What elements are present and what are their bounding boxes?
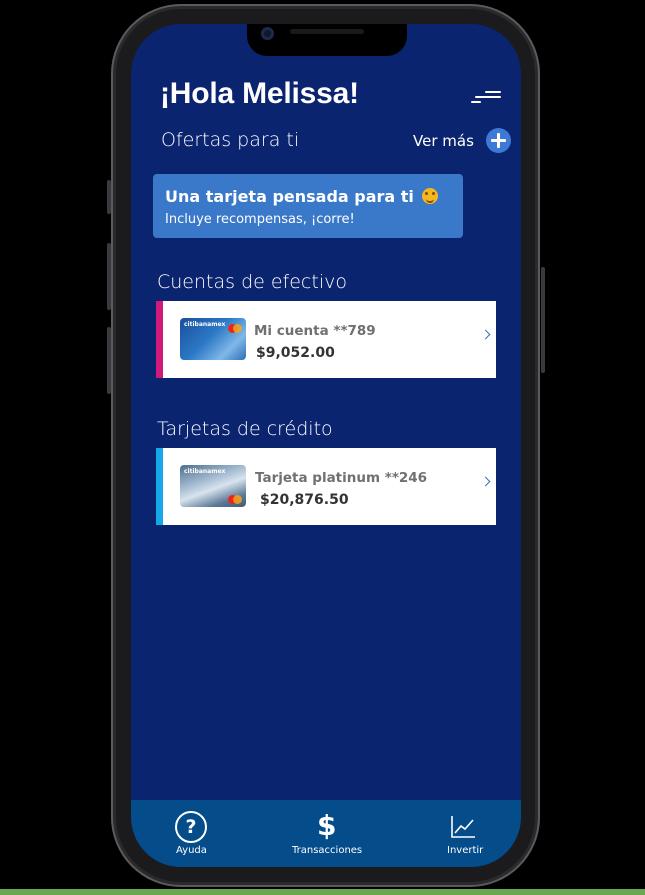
mastercard-logo-icon (228, 324, 242, 333)
offer-banner-subtitle: Incluye recompensas, ¡corre! (165, 212, 355, 227)
star-struck-emoji-icon (421, 188, 438, 204)
cash-account-card[interactable]: citibanamex Mi cuenta **789 $9,052.00 (156, 301, 496, 378)
offer-banner[interactable]: Una tarjeta pensada para ti Incluye reco… (153, 174, 463, 238)
offer-banner-title-row: Una tarjeta pensada para ti (165, 187, 438, 206)
volume-down-button (107, 327, 111, 394)
greeting-title: ¡Hola Melissa! (160, 77, 359, 110)
dollar-icon: $ (317, 809, 337, 842)
bottom-navigation: ? Ayuda $ Transacciones Invertir (131, 800, 521, 867)
card-balance: $20,876.50 (260, 492, 349, 508)
see-more-button[interactable]: Ver más (413, 128, 511, 153)
account-balance: $9,052.00 (256, 345, 335, 361)
earpiece-speaker (290, 29, 364, 34)
credit-accent-bar (156, 448, 163, 525)
chevron-right-icon (480, 476, 491, 487)
help-icon: ? (175, 811, 207, 843)
offer-banner-title: Una tarjeta pensada para ti (165, 187, 414, 206)
nav-label-transactions: Transacciones (292, 845, 363, 856)
card-name: Tarjeta platinum **246 (255, 470, 428, 486)
account-name: Mi cuenta **789 (254, 323, 376, 339)
phone-notch (247, 24, 407, 56)
app-screen: ¡Hola Melissa! Ofertas para ti Ver más U… (131, 24, 521, 867)
nav-item-invest[interactable]: Invertir (421, 800, 521, 867)
mute-switch (107, 180, 111, 214)
see-more-label: Ver más (413, 131, 474, 150)
nav-item-transactions[interactable]: $ Transacciones (271, 800, 391, 867)
front-camera (261, 27, 274, 40)
card-brand-logo: citibanamex (184, 468, 226, 475)
offers-section-title: Ofertas para ti (161, 129, 300, 151)
platinum-card-image: citibanamex (180, 465, 246, 507)
debit-card-image: citibanamex (180, 318, 246, 360)
mastercard-logo-icon (228, 495, 242, 504)
chart-line-icon (451, 816, 475, 838)
volume-up-button (107, 243, 111, 310)
menu-icon[interactable] (471, 90, 501, 106)
nav-label-help: Ayuda (176, 845, 207, 856)
credit-cards-title: Tarjetas de crédito (157, 418, 333, 440)
bottom-green-strip (0, 889, 645, 895)
credit-card-item[interactable]: citibanamex Tarjeta platinum **246 $20,8… (156, 448, 496, 525)
nav-item-help[interactable]: ? Ayuda (131, 800, 251, 867)
chevron-right-icon (480, 329, 491, 340)
cash-accounts-title: Cuentas de efectivo (157, 271, 347, 293)
account-accent-bar (156, 301, 163, 378)
plus-circle-icon (485, 128, 511, 153)
nav-label-invest: Invertir (447, 845, 484, 856)
power-button (541, 267, 545, 373)
card-brand-logo: citibanamex (184, 321, 226, 328)
